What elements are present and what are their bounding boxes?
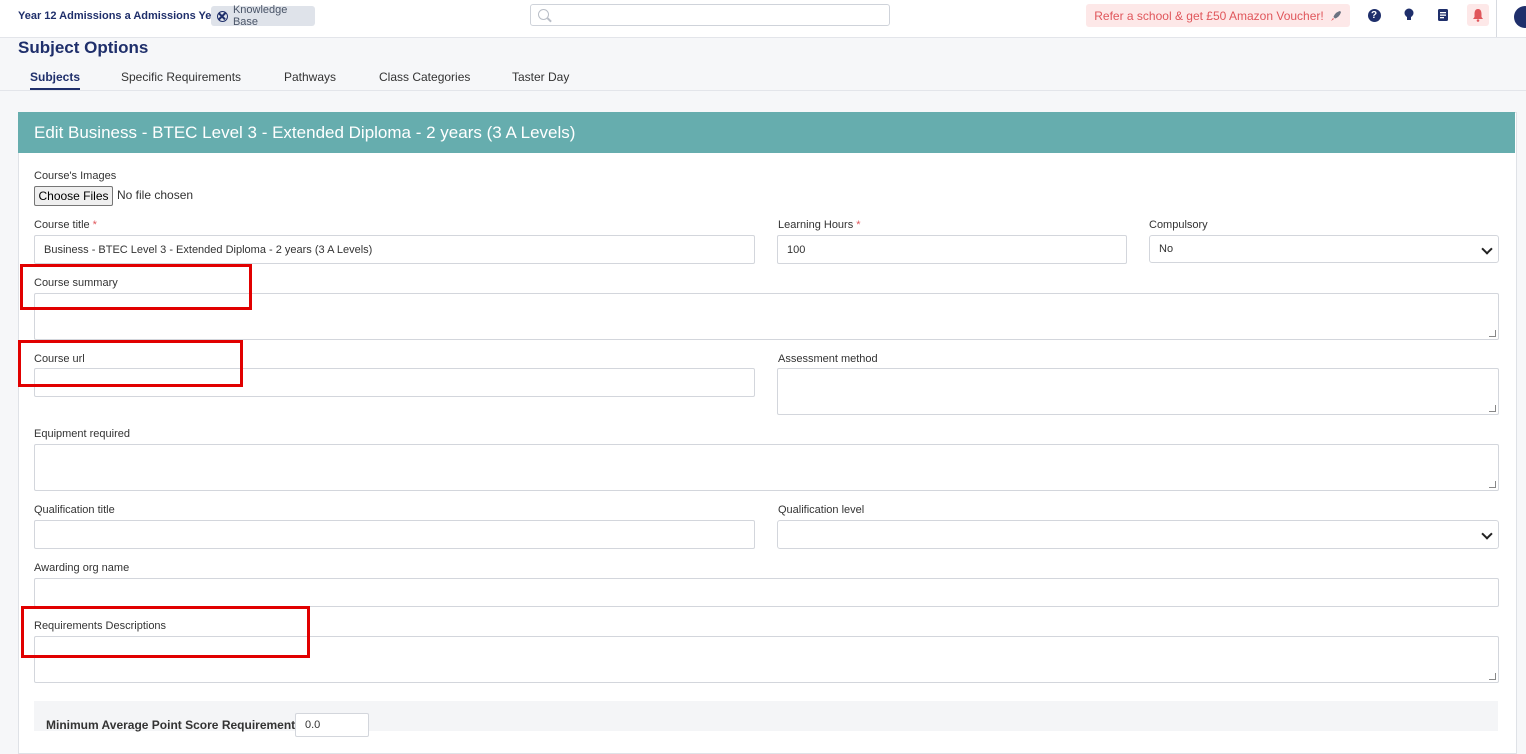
lightbulb-glyph (1404, 8, 1414, 20)
help-icon[interactable]: ? (1366, 7, 1382, 23)
qualification-level-select[interactable] (777, 520, 1499, 549)
compulsory-label: Compulsory (1149, 219, 1208, 231)
assessment-method-textarea[interactable] (777, 368, 1499, 415)
course-summary-textarea[interactable] (34, 293, 1499, 340)
refer-banner-text: Refer a school & get £50 Amazon Voucher! (1094, 8, 1324, 23)
document-glyph (1438, 9, 1448, 21)
awarding-org-name-input[interactable] (34, 578, 1499, 607)
course-title-value: Business - BTEC Level 3 - Extended Diplo… (44, 243, 373, 256)
course-title-input[interactable]: Business - BTEC Level 3 - Extended Diplo… (34, 235, 755, 264)
compulsory-value: No (1159, 243, 1174, 255)
compulsory-select[interactable]: No (1149, 235, 1499, 263)
required-asterisk: * (92, 219, 97, 231)
qualification-title-input[interactable] (34, 520, 755, 549)
year-selector-dropdown[interactable]: Year 12 Admissions a Admissions Ye... (18, 10, 232, 22)
tab-class-categories[interactable]: Class Categories (379, 70, 470, 84)
course-title-label-text: Course title (34, 219, 90, 231)
lightbulb-icon[interactable] (1401, 7, 1417, 23)
tab-taster-day[interactable]: Taster Day (512, 70, 569, 84)
equipment-required-textarea[interactable] (34, 444, 1499, 491)
file-status-text: No file chosen (117, 188, 194, 202)
bell-icon[interactable] (1467, 4, 1489, 26)
choose-files-button[interactable]: Choose Files (34, 186, 113, 206)
qualification-title-label: Qualification title (34, 504, 115, 516)
search-icon (538, 9, 549, 20)
min-score-label: Minimum Average Point Score Requirement (46, 718, 296, 732)
knowledge-base-label: Knowledge Base (232, 4, 288, 28)
awarding-org-name-label: Awarding org name (34, 562, 130, 574)
chevron-down-icon (1481, 528, 1493, 540)
learning-hours-label-text: Learning Hours (778, 219, 854, 231)
chevron-down-icon (1481, 243, 1493, 255)
refer-school-banner[interactable]: Refer a school & get £50 Amazon Voucher! (1086, 4, 1350, 27)
highlight-box-requirements-descriptions (21, 606, 310, 658)
rocket-icon (1330, 10, 1341, 21)
tab-specific-requirements[interactable]: Specific Requirements (121, 70, 241, 84)
document-icon[interactable] (1435, 7, 1451, 23)
search-input[interactable] (530, 4, 890, 26)
tab-pathways[interactable]: Pathways (284, 70, 336, 84)
knowledge-base-button[interactable]: Knowledge Base (211, 4, 315, 28)
learning-hours-value: 100 (787, 243, 806, 256)
help-glyph: ? (1367, 8, 1381, 22)
required-asterisk: * (856, 219, 861, 231)
course-title-label: Course title * (34, 219, 97, 231)
course-images-label: Course's Images (34, 170, 117, 182)
learning-hours-input[interactable]: 100 (777, 235, 1127, 264)
qualification-level-label: Qualification level (778, 504, 865, 516)
page-title: Subject Options (18, 38, 149, 57)
edit-course-heading: Edit Business - BTEC Level 3 - Extended … (18, 112, 1515, 153)
assessment-method-label: Assessment method (778, 353, 878, 365)
bell-glyph (1473, 9, 1483, 22)
highlight-box-course-url (18, 340, 243, 387)
highlight-box-course-summary (20, 264, 252, 310)
topbar-divider (1496, 0, 1497, 37)
lifebuoy-icon (217, 10, 228, 22)
tabs-divider (0, 90, 1526, 91)
min-score-input[interactable]: 0.0 (295, 713, 369, 737)
learning-hours-label: Learning Hours * (778, 219, 861, 231)
tab-subjects[interactable]: Subjects (30, 70, 81, 90)
year-selector-label: Year 12 Admissions a Admissions Ye... (18, 10, 221, 22)
min-score-value: 0.0 (305, 719, 321, 731)
equipment-required-label: Equipment required (34, 428, 131, 440)
